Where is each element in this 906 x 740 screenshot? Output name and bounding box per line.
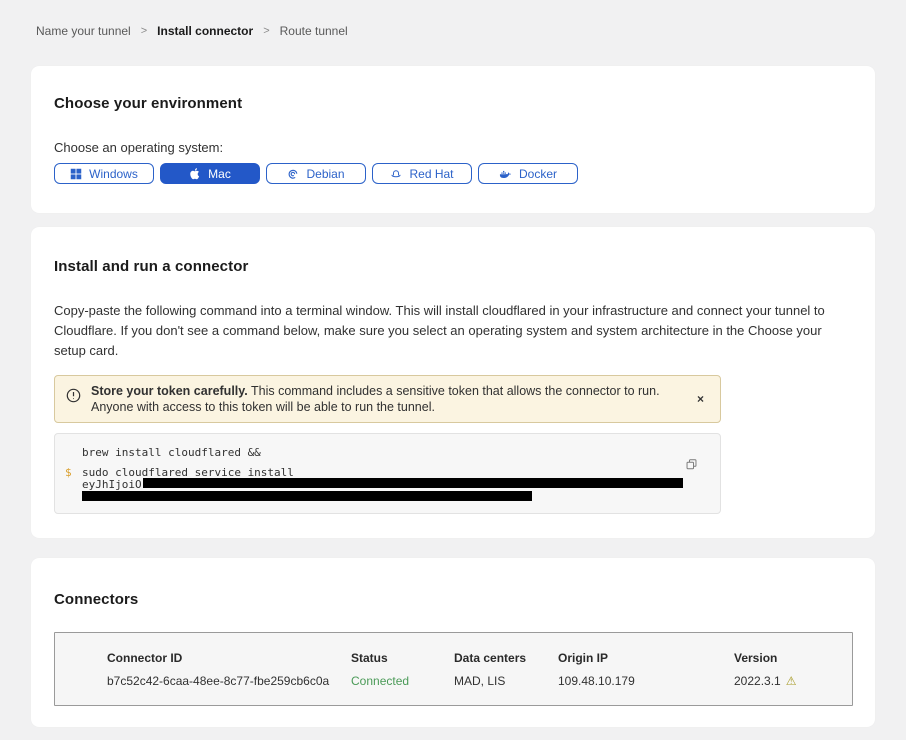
table-row: b7c52c42-6caa-48ee-8c77-fbe259cb6c0a Con… [107,674,842,688]
os-button-label: Docker [519,167,557,181]
alert-message: Store your token carefully. This command… [91,383,683,415]
redacted-token-bar [143,478,683,488]
command-line-1: brew install cloudflared && [82,447,680,458]
alert-close-icon[interactable]: × [693,391,708,407]
docker-icon [499,168,512,180]
os-select-label: Choose an operating system: [54,140,851,155]
command-line-2: $sudo cloudflared service install [82,467,680,478]
redhat-icon [390,168,402,180]
os-button-label: Windows [89,167,138,181]
header-origin-ip: Origin IP [558,651,734,665]
connectors-table: Connector ID Status Data centers Origin … [54,632,853,706]
os-button-debian[interactable]: Debian [266,163,366,184]
breadcrumb-route-tunnel[interactable]: Route tunnel [280,24,348,38]
choose-environment-card: Choose your environment Choose an operat… [31,66,875,213]
header-version: Version [734,651,842,665]
connectors-card: Connectors Connector ID Status Data cent… [31,558,875,727]
copy-icon [685,459,698,474]
choose-environment-title: Choose your environment [54,95,851,112]
header-connector-id: Connector ID [107,651,351,665]
token-warning-alert: Store your token carefully. This command… [54,375,721,423]
header-status: Status [351,651,454,665]
page: Name your tunnel > Install connector > R… [0,0,906,740]
cell-data-centers: MAD, LIS [454,674,558,688]
cell-origin-ip: 109.48.10.179 [558,674,734,688]
copy-command-button[interactable] [685,458,698,474]
command-token-line: eyJhIjoiO [82,478,680,490]
version-value: 2022.3.1 [734,674,781,688]
os-button-redhat[interactable]: Red Hat [372,163,472,184]
os-button-label: Red Hat [409,167,453,181]
cell-status: Connected [351,674,454,688]
breadcrumb: Name your tunnel > Install connector > R… [36,24,875,38]
breadcrumb-install-connector[interactable]: Install connector [157,24,253,38]
os-button-label: Mac [208,167,231,181]
install-command-codeblock: brew install cloudflared && $sudo cloudf… [54,433,721,514]
version-warning-icon: ⚠ [786,675,797,687]
windows-icon [70,168,82,180]
os-button-docker[interactable]: Docker [478,163,578,184]
token-prefix: eyJhIjoiO [82,478,142,491]
alert-circle-icon [66,388,81,408]
cell-version: 2022.3.1 ⚠ [734,674,842,688]
header-data-centers: Data centers [454,651,558,665]
os-button-label: Debian [306,167,344,181]
breadcrumb-separator-icon: > [263,25,269,37]
breadcrumb-separator-icon: > [141,25,147,37]
os-button-windows[interactable]: Windows [54,163,154,184]
install-connector-card: Install and run a connector Copy-paste t… [31,227,875,538]
connectors-title: Connectors [54,591,853,608]
apple-icon [189,167,201,180]
connectors-table-header: Connector ID Status Data centers Origin … [107,651,842,665]
shell-prompt: $ [65,467,72,478]
command-token-line-2 [82,491,680,501]
install-connector-title: Install and run a connector [54,258,845,275]
cell-connector-id: b7c52c42-6caa-48ee-8c77-fbe259cb6c0a [107,674,351,688]
breadcrumb-name-your-tunnel[interactable]: Name your tunnel [36,24,131,38]
debian-icon [287,168,299,180]
os-button-mac[interactable]: Mac [160,163,260,184]
redacted-token-bar [82,491,532,501]
os-button-group: Windows Mac Debian Red Hat [54,163,851,184]
install-description: Copy-paste the following command into a … [54,301,845,361]
alert-message-bold: Store your token carefully. [91,384,248,398]
